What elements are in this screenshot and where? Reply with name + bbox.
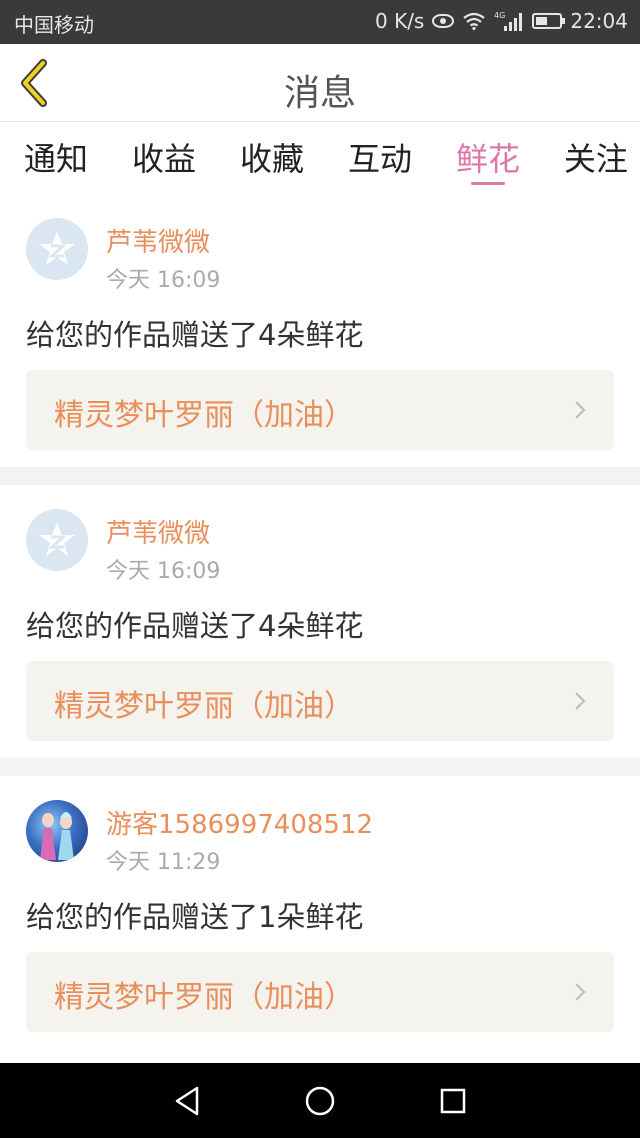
message-text: 给您的作品赠送了1朵鲜花 bbox=[26, 900, 364, 934]
triangle-back-icon bbox=[175, 1086, 198, 1115]
battery-icon bbox=[532, 13, 566, 29]
tab-interactions[interactable]: 互动 bbox=[348, 122, 412, 192]
nav-home-button[interactable] bbox=[290, 1071, 350, 1131]
list-item: 芦苇微微 今天 16:09 给您的作品赠送了4朵鲜花 精灵梦叶罗丽（加油） bbox=[0, 485, 640, 758]
signal-icon: 4G bbox=[494, 10, 524, 32]
message-time: 今天 11:29 bbox=[106, 850, 221, 875]
carrier-label: 中国移动 bbox=[14, 13, 94, 37]
nav-recents-button[interactable] bbox=[423, 1071, 483, 1131]
chevron-right-icon bbox=[575, 983, 586, 1001]
wifi-icon bbox=[462, 12, 486, 30]
user-name[interactable]: 芦苇微微 bbox=[106, 513, 210, 550]
status-bar: 中国移动 0 K/s 4G 22:04 bbox=[0, 0, 640, 44]
work-link[interactable]: 精灵梦叶罗丽（加油） bbox=[26, 661, 614, 741]
navigation-bar bbox=[0, 1063, 640, 1138]
user-name[interactable]: 游客1586997408512 bbox=[106, 804, 373, 841]
tab-bar: 通知 收益 收藏 互动 鲜花 关注 bbox=[0, 122, 640, 192]
eye-icon bbox=[432, 14, 455, 28]
chevron-right-icon bbox=[575, 692, 586, 710]
fairy-avatar-image bbox=[40, 812, 74, 860]
network-type-label: 4G bbox=[494, 11, 505, 20]
circle-home-icon bbox=[305, 1086, 335, 1115]
message-text: 给您的作品赠送了4朵鲜花 bbox=[26, 609, 364, 643]
divider bbox=[0, 467, 640, 485]
square-recents-icon bbox=[441, 1088, 466, 1113]
net-speed: 0 K/s bbox=[375, 9, 425, 33]
work-title: 精灵梦叶罗丽（加油） bbox=[54, 980, 354, 1015]
page-title: 消息 bbox=[283, 73, 356, 114]
list-item: 芦苇微微 今天 16:09 给您的作品赠送了4朵鲜花 精灵梦叶罗丽（加油） bbox=[0, 194, 640, 467]
qzone-star-icon bbox=[39, 232, 75, 265]
user-name[interactable]: 芦苇微微 bbox=[106, 222, 210, 259]
divider bbox=[0, 758, 640, 776]
message-text: 给您的作品赠送了4朵鲜花 bbox=[26, 318, 364, 352]
nav-back-button[interactable] bbox=[157, 1071, 217, 1131]
avatar[interactable] bbox=[26, 800, 88, 862]
message-list: 芦苇微微 今天 16:09 给您的作品赠送了4朵鲜花 精灵梦叶罗丽（加油） 芦苇… bbox=[0, 194, 640, 1049]
work-link[interactable]: 精灵梦叶罗丽（加油） bbox=[26, 952, 614, 1032]
status-time: 22:04 bbox=[570, 9, 628, 33]
tab-follows[interactable]: 关注 bbox=[564, 122, 628, 192]
work-title: 精灵梦叶罗丽（加油） bbox=[54, 398, 354, 433]
work-title: 精灵梦叶罗丽（加油） bbox=[54, 689, 354, 724]
avatar[interactable] bbox=[26, 509, 88, 571]
list-item: 游客1586997408512 今天 11:29 给您的作品赠送了1朵鲜花 精灵… bbox=[0, 776, 640, 1049]
tab-favorites[interactable]: 收藏 bbox=[240, 122, 304, 192]
tab-earnings[interactable]: 收益 bbox=[132, 122, 196, 192]
qzone-star-icon bbox=[39, 523, 75, 556]
tab-flowers[interactable]: 鲜花 bbox=[456, 122, 520, 192]
status-icons: 0 K/s 4G 22:04 bbox=[375, 9, 628, 33]
message-time: 今天 16:09 bbox=[106, 559, 221, 584]
header: 消息 bbox=[0, 44, 640, 122]
message-time: 今天 16:09 bbox=[106, 268, 221, 293]
avatar[interactable] bbox=[26, 218, 88, 280]
chevron-right-icon bbox=[575, 401, 586, 419]
work-link[interactable]: 精灵梦叶罗丽（加油） bbox=[26, 370, 614, 450]
tab-notifications[interactable]: 通知 bbox=[24, 122, 88, 192]
